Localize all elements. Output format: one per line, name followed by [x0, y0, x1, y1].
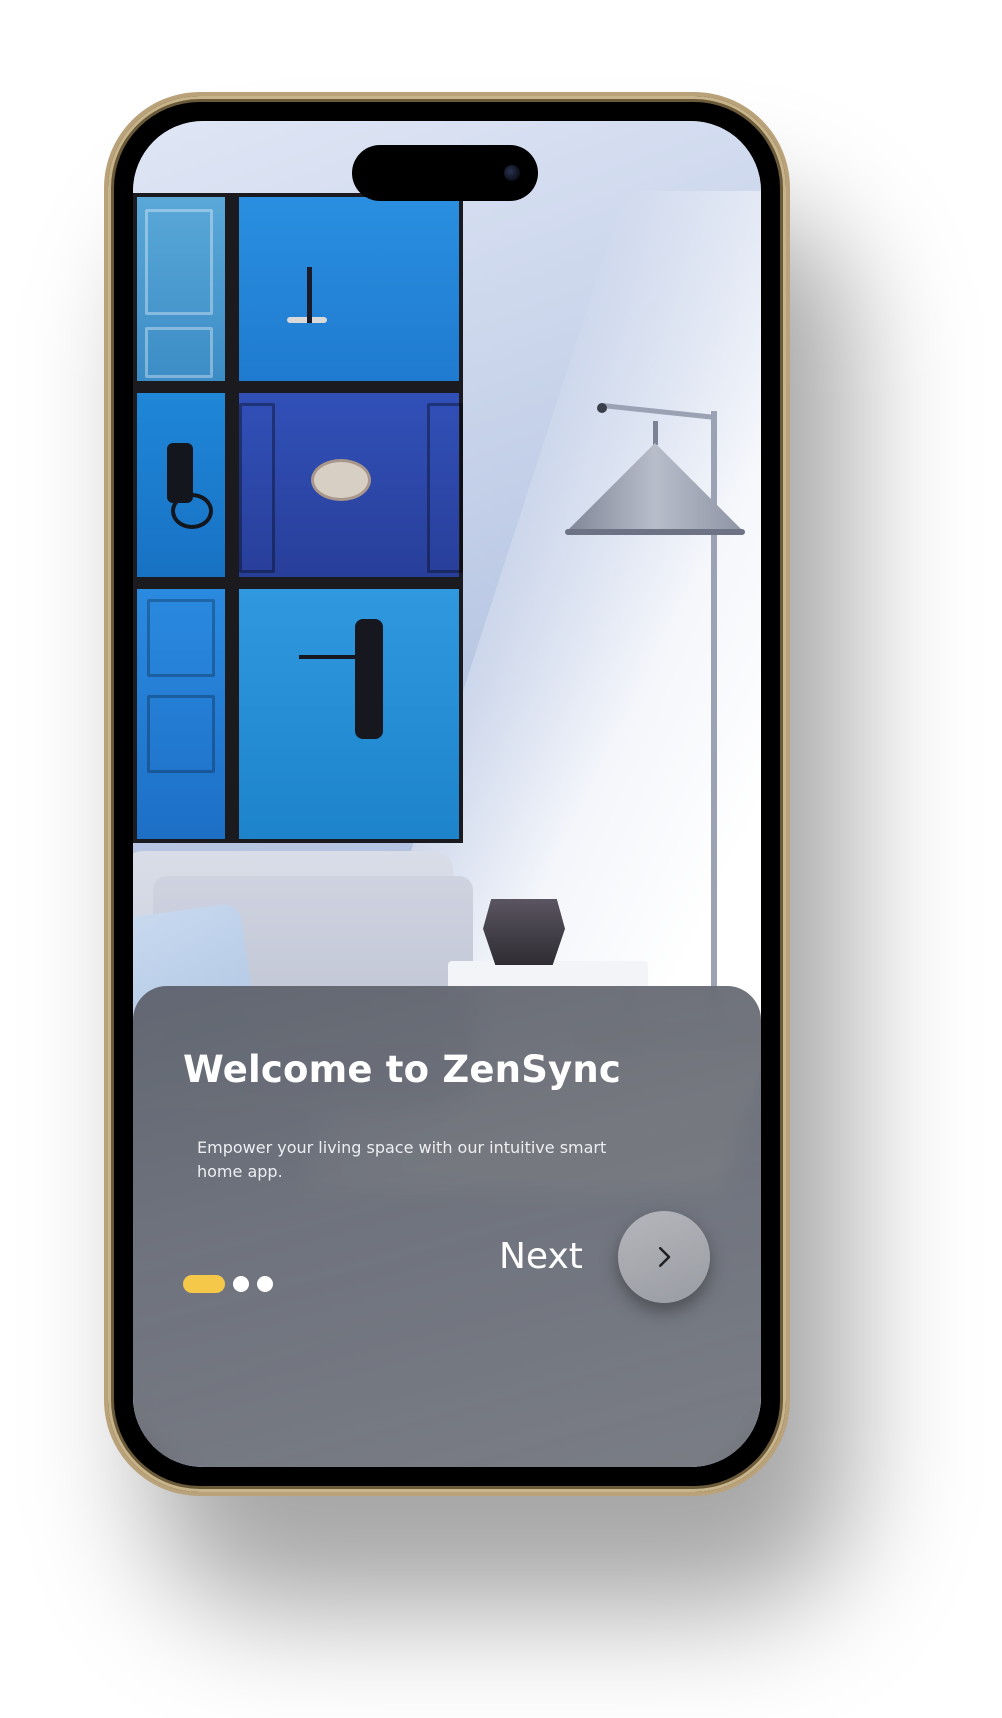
- floor-lamp-knob: [597, 403, 607, 413]
- art-panel: [137, 393, 225, 577]
- onboarding-card: Welcome to ZenSync Empower your living s…: [133, 986, 761, 1467]
- floor-lamp-rim: [565, 529, 745, 535]
- pager-dot[interactable]: [257, 1276, 273, 1292]
- front-camera-icon: [504, 165, 520, 181]
- welcome-subtitle: Empower your living space with our intui…: [197, 1138, 607, 1181]
- art-panel: [239, 589, 459, 839]
- pager-indicator: [183, 1275, 273, 1293]
- next-button[interactable]: [618, 1211, 710, 1303]
- vase: [483, 899, 565, 965]
- art-panel: [239, 197, 459, 381]
- art-panel: [137, 589, 225, 839]
- chevron-right-icon: [659, 1247, 671, 1267]
- phone-screen: Welcome to ZenSync Empower your living s…: [133, 121, 761, 1467]
- dynamic-island: [352, 145, 538, 201]
- art-panel: [239, 393, 463, 577]
- floor-lamp-stem: [653, 421, 658, 445]
- next-label[interactable]: Next: [499, 1236, 583, 1277]
- wall-art-frame: [133, 193, 463, 843]
- pager-dot[interactable]: [233, 1276, 249, 1292]
- pager-dot-active[interactable]: [183, 1275, 225, 1293]
- welcome-title: Welcome to ZenSync: [183, 1048, 622, 1091]
- art-panel: [137, 197, 225, 381]
- phone-frame: Welcome to ZenSync Empower your living s…: [108, 96, 786, 1492]
